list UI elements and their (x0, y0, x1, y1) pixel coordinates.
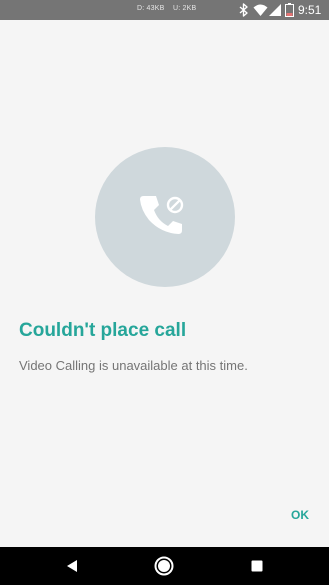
status-bar: D: 43KB U: 2KB 9:51 (0, 0, 329, 20)
dialog-title: Couldn't place call (19, 320, 187, 341)
call-blocked-icon (140, 196, 184, 234)
recents-icon[interactable] (245, 554, 269, 578)
error-dialog: Couldn't place call Video Calling is una… (0, 20, 329, 547)
upload-speed: U: 2KB (173, 5, 197, 12)
ok-button[interactable]: OK (281, 500, 319, 530)
dialog-message: Video Calling is unavailable at this tim… (19, 358, 248, 373)
navigation-bar (0, 547, 329, 585)
status-time: 9:51 (298, 3, 322, 17)
back-icon[interactable] (60, 554, 84, 578)
download-speed: D: 43KB (137, 5, 165, 12)
home-icon[interactable] (152, 554, 176, 578)
icon-circle (95, 147, 235, 287)
